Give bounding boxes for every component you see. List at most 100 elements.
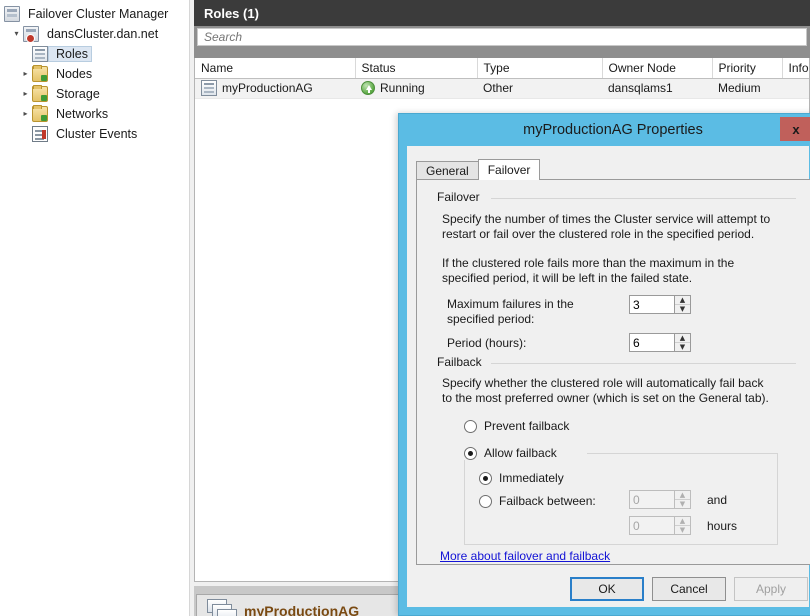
sidebar-item-storage[interactable]: ▸ Storage <box>0 84 189 104</box>
immediately-radio[interactable] <box>479 472 492 485</box>
failback-group-title: Failback <box>433 355 486 369</box>
prevent-failback-label: Prevent failback <box>484 419 569 433</box>
max-failures-down-icon[interactable]: ▼ <box>675 305 690 313</box>
roles-icon <box>32 46 48 62</box>
table-header-row: Name Status Type Owner Node Priority Inf… <box>195 58 810 78</box>
sidebar-item-label: Networks <box>56 107 108 121</box>
detail-pane-title: myProductionAG <box>244 603 359 616</box>
immediately-label: Immediately <box>499 471 564 485</box>
dialog-body: General Failover Failover Specify the nu… <box>407 146 809 607</box>
console-tree-pane: Failover Cluster Manager ▾ dansCluster.d… <box>0 0 190 616</box>
cluster-icon <box>23 26 39 42</box>
table-row[interactable]: myProductionAG Running Other dansqlams1 … <box>195 78 810 98</box>
column-header-status[interactable]: Status <box>355 58 477 78</box>
max-failures-input[interactable] <box>629 295 674 314</box>
search-band-filler <box>194 48 810 58</box>
column-header-information[interactable]: Information <box>782 58 810 78</box>
tab-page-failover: Failover Specify the number of times the… <box>416 179 810 565</box>
chevron-right-icon[interactable]: ▸ <box>19 68 32 81</box>
dialog-button-row: OK Cancel Apply <box>570 577 808 601</box>
tree-root-label: Failover Cluster Manager <box>28 7 168 21</box>
failback-from-up-icon: ▲ <box>675 491 690 500</box>
cell-type: Other <box>477 78 602 98</box>
role-status-text: Running <box>380 81 425 95</box>
period-hours-label: Period (hours): <box>447 336 526 351</box>
sidebar-item-label: Cluster Events <box>56 127 137 141</box>
allow-failback-radio[interactable] <box>464 447 477 460</box>
failback-between-label: Failback between: <box>499 494 596 508</box>
period-hours-down-icon[interactable]: ▼ <box>675 343 690 351</box>
failback-to-up-icon: ▲ <box>675 517 690 526</box>
column-header-name[interactable]: Name <box>195 58 355 78</box>
sidebar-item-label: Roles <box>56 47 88 61</box>
prevent-failback-radio[interactable] <box>464 420 477 433</box>
failover-paragraph-2: If the clustered role fails more than th… <box>442 256 782 286</box>
allow-failback-option[interactable]: Allow failback <box>464 446 562 460</box>
page-title: Roles (1) <box>204 6 259 21</box>
apply-button[interactable]: Apply <box>734 577 808 601</box>
failover-cluster-manager-window: Failover Cluster Manager ▾ dansCluster.d… <box>0 0 810 616</box>
roles-header-bar: Roles (1) <box>194 0 810 26</box>
more-about-failover-link[interactable]: More about failover and failback <box>440 549 610 563</box>
sidebar-item-nodes[interactable]: ▸ Nodes <box>0 64 189 84</box>
failback-from-input[interactable] <box>629 490 674 509</box>
groupbox-divider <box>491 363 796 364</box>
networks-folder-icon <box>32 106 48 122</box>
dialog-title-bar[interactable]: myProductionAG Properties x <box>399 114 810 146</box>
tab-strip: General Failover <box>416 159 539 180</box>
failback-to-stepper[interactable]: ▲ ▼ <box>629 516 691 535</box>
ok-button[interactable]: OK <box>570 577 644 601</box>
tab-failover[interactable]: Failover <box>478 159 541 180</box>
column-header-priority[interactable]: Priority <box>712 58 782 78</box>
sidebar-item-roles[interactable]: Roles <box>0 44 189 64</box>
cancel-button[interactable]: Cancel <box>652 577 726 601</box>
cluster-events-icon <box>32 126 48 142</box>
nodes-folder-icon <box>32 66 48 82</box>
properties-dialog: myProductionAG Properties x General Fail… <box>398 113 810 616</box>
storage-folder-icon <box>32 86 48 102</box>
cell-status: Running <box>355 78 477 98</box>
failover-paragraph-1: Specify the number of times the Cluster … <box>442 212 772 242</box>
column-header-owner-node[interactable]: Owner Node <box>602 58 712 78</box>
dialog-title: myProductionAG Properties <box>523 122 703 138</box>
sidebar-item-label: Storage <box>56 87 100 101</box>
sidebar-item-danscluster[interactable]: ▾ dansCluster.dan.net <box>0 24 189 44</box>
search-input[interactable] <box>197 28 807 46</box>
period-hours-up-icon[interactable]: ▲ <box>675 334 690 343</box>
tab-general[interactable]: General <box>416 161 479 180</box>
column-header-type[interactable]: Type <box>477 58 602 78</box>
cell-priority: Medium <box>712 78 782 98</box>
tree-root-failover-cluster-manager[interactable]: Failover Cluster Manager <box>0 4 189 24</box>
chevron-down-icon[interactable]: ▾ <box>10 28 23 41</box>
chevron-right-icon[interactable]: ▸ <box>19 108 32 121</box>
failback-to-input[interactable] <box>629 516 674 535</box>
max-failures-up-icon[interactable]: ▲ <box>675 296 690 305</box>
role-icon <box>201 80 217 96</box>
cell-owner-node: dansqlams1 <box>602 78 712 98</box>
failback-to-down-icon: ▼ <box>675 526 690 534</box>
failback-from-stepper[interactable]: ▲ ▼ <box>629 490 691 509</box>
sidebar-item-cluster-events[interactable]: Cluster Events <box>0 124 189 144</box>
cell-name: myProductionAG <box>195 78 355 98</box>
failback-between-radio[interactable] <box>479 495 492 508</box>
period-hours-input[interactable] <box>629 333 674 352</box>
running-green-up-arrow-icon <box>361 81 375 95</box>
and-label: and <box>707 493 727 507</box>
period-hours-stepper[interactable]: ▲ ▼ <box>629 333 691 352</box>
sidebar-item-networks[interactable]: ▸ Networks <box>0 104 189 124</box>
search-band <box>194 26 810 48</box>
failback-between-option[interactable]: Failback between: <box>479 494 596 508</box>
groupbox-divider <box>491 198 796 199</box>
immediately-option[interactable]: Immediately <box>479 471 564 485</box>
max-failures-label: Maximum failures in the specified period… <box>447 297 612 327</box>
chevron-right-icon[interactable]: ▸ <box>19 88 32 101</box>
prevent-failback-option[interactable]: Prevent failback <box>464 419 569 433</box>
sidebar-item-label: dansCluster.dan.net <box>47 27 158 41</box>
close-icon[interactable]: x <box>780 117 810 141</box>
sidebar-item-label: Nodes <box>56 67 92 81</box>
failback-paragraph: Specify whether the clustered role will … <box>442 376 772 406</box>
role-name-text: myProductionAG <box>222 81 313 95</box>
hours-label: hours <box>707 519 737 533</box>
role-stack-icon <box>207 599 237 616</box>
max-failures-stepper[interactable]: ▲ ▼ <box>629 295 691 314</box>
